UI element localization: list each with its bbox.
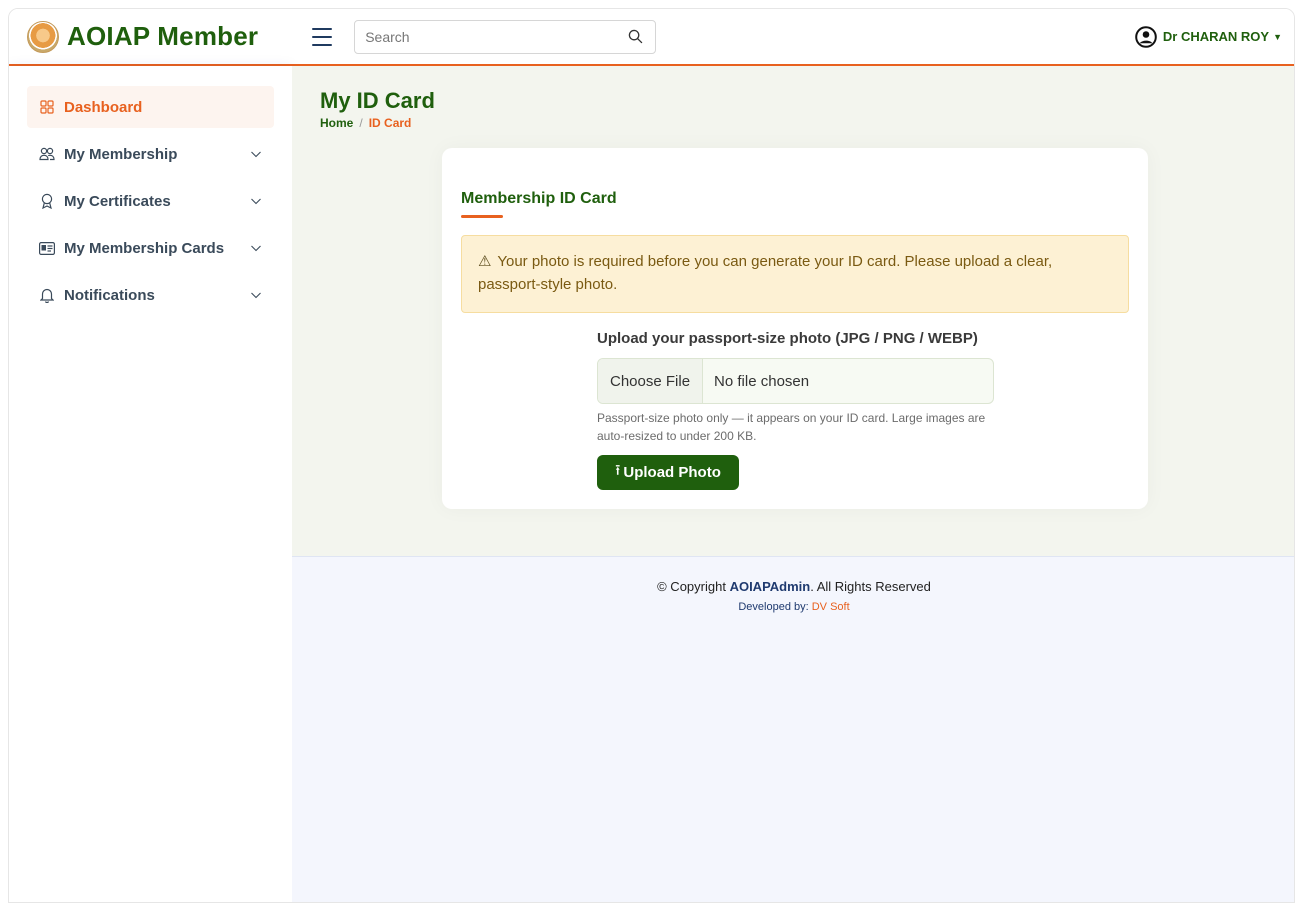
copyright-prefix: © Copyright	[657, 579, 726, 594]
logo-emblem-icon	[27, 20, 59, 53]
page-title: My ID Card	[320, 88, 435, 113]
people-icon	[39, 146, 55, 162]
search-input[interactable]	[365, 28, 606, 45]
id-card-icon	[39, 240, 55, 256]
alert-text: Your photo is required before you can ge…	[478, 253, 1053, 293]
top-header: AOIAP Member Dr CHARAN ROY ▼	[9, 9, 1294, 66]
chevron-down-icon	[251, 198, 261, 205]
sidebar-item-label: My Membership Cards	[64, 239, 225, 257]
menu-toggle-icon[interactable]	[312, 27, 333, 46]
sidebar-item-label: My Membership	[64, 145, 178, 163]
upload-icon: ⭱	[615, 462, 621, 479]
sidebar: Dashboard My Membership My Certificates	[9, 66, 292, 902]
search-bar	[354, 19, 657, 54]
copyright-brand: AOIAPAdmin	[729, 579, 811, 594]
main-content: My ID Card Home / ID Card Membership ID …	[292, 66, 1294, 556]
sidebar-item-label: Dashboard	[64, 98, 143, 116]
user-name: Dr CHARAN ROY	[1162, 29, 1270, 44]
breadcrumb-home-link[interactable]: Home	[320, 116, 353, 130]
title-underline	[461, 215, 503, 218]
sidebar-item-dashboard[interactable]: Dashboard	[27, 86, 274, 128]
sidebar-item-my-membership-cards[interactable]: My Membership Cards	[27, 227, 274, 269]
sidebar-item-label: My Certificates	[64, 192, 171, 210]
sidebar-item-my-membership[interactable]: My Membership	[27, 133, 274, 175]
photo-file-input[interactable]: Choose File No file chosen	[597, 358, 994, 404]
upload-photo-button[interactable]: ⭱ Upload Photo	[597, 455, 739, 490]
sidebar-item-notifications[interactable]: Notifications	[27, 274, 274, 316]
copyright: © Copyright AOIAPAdmin. All Rights Reser…	[292, 579, 1294, 594]
chevron-down-icon	[251, 292, 261, 299]
sidebar-item-label: Notifications	[64, 286, 155, 304]
help-text: Passport-size photo only — it appears on…	[597, 411, 986, 443]
award-icon	[39, 193, 55, 209]
developed-by-label: Developed by:	[738, 601, 809, 613]
footer: © Copyright AOIAPAdmin. All Rights Reser…	[292, 556, 1294, 902]
card-title: Membership ID Card	[461, 190, 617, 207]
user-menu[interactable]: Dr CHARAN ROY ▼	[1135, 25, 1282, 48]
warning-alert: ⚠ Your photo is required before you can …	[461, 235, 1129, 313]
copyright-suffix: . All Rights Reserved	[810, 579, 931, 594]
bell-icon	[39, 287, 55, 303]
upload-button-label: Upload Photo	[623, 464, 721, 481]
id-card-panel: Membership ID Card ⚠ Your photo is requi…	[442, 148, 1148, 509]
search-icon[interactable]	[628, 29, 643, 44]
sidebar-item-my-certificates[interactable]: My Certificates	[27, 180, 274, 222]
breadcrumb-current: ID Card	[368, 116, 412, 130]
chevron-down-icon	[251, 245, 261, 252]
upload-label: Upload your passport-size photo (JPG / P…	[597, 330, 978, 347]
logo-text: AOIAP Member	[67, 21, 259, 51]
credits: Developed by: DV Soft	[292, 601, 1294, 613]
logo[interactable]: AOIAP Member	[27, 20, 259, 53]
caret-down-icon: ▼	[1273, 31, 1282, 42]
file-status: No file chosen	[714, 372, 810, 390]
grid-icon	[39, 99, 55, 115]
developer-link[interactable]: DV Soft	[812, 601, 850, 613]
breadcrumb: Home / ID Card	[320, 116, 411, 130]
user-avatar-icon	[1135, 25, 1157, 48]
warning-icon: ⚠	[478, 253, 492, 270]
choose-file-button[interactable]: Choose File	[598, 359, 704, 403]
chevron-down-icon	[251, 151, 261, 158]
app-frame: AOIAP Member Dr CHARAN ROY ▼	[8, 8, 1295, 903]
breadcrumb-separator: /	[359, 116, 363, 130]
